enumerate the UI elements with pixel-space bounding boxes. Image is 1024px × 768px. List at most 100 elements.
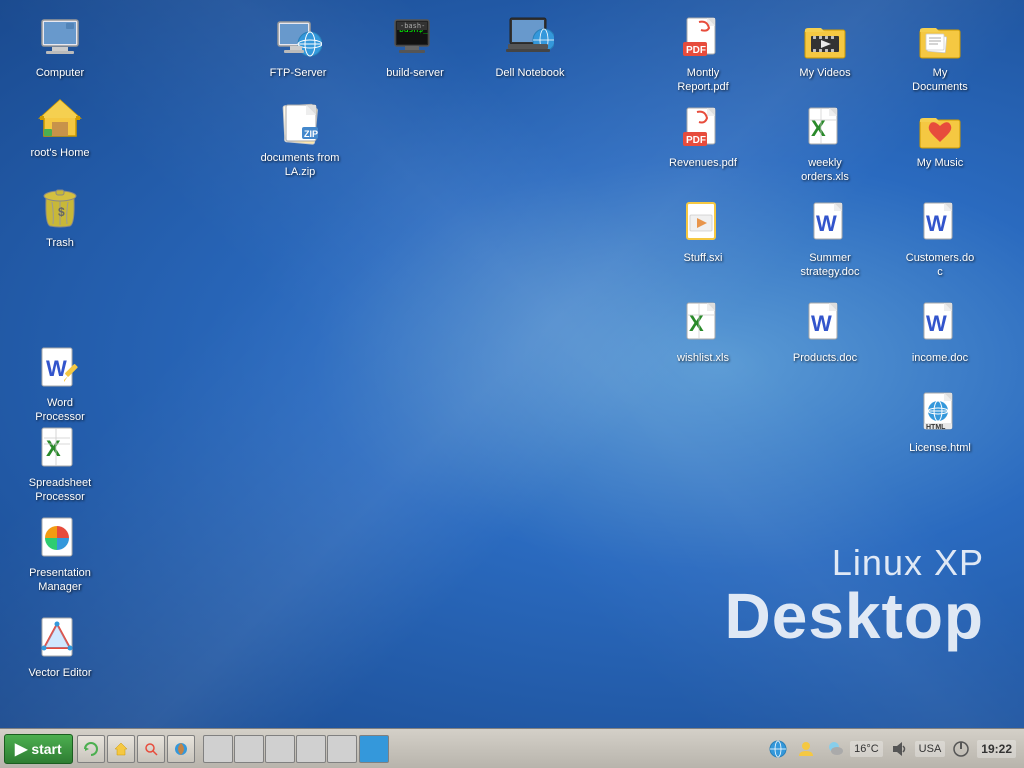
icon-montly-report-pdf[interactable]: PDF Montly Report.pdf [663,10,743,99]
wishlist-xls-icon: X [679,299,727,347]
quicklaunch-search[interactable] [137,735,165,763]
svg-text:W: W [926,211,947,236]
customers-doc-label: Customers.doc [904,251,976,280]
icon-my-music[interactable]: My Music [900,100,980,174]
tray-speaker-icon[interactable] [887,737,911,761]
svg-text:-bash-: -bash- [400,22,425,30]
quick-launch [77,735,758,763]
tray-user-icon[interactable] [794,737,818,761]
income-doc-label: income.doc [912,351,968,365]
desktop: Linux XP Desktop Computer [0,0,1024,728]
icon-weekly-orders-xls[interactable]: X weekly orders.xls [785,100,865,189]
watermark-line1: Linux XP [725,542,985,584]
system-tray: 16°C USA 19:22 [762,737,1020,761]
quicklaunch-refresh[interactable] [77,735,105,763]
taskbar: ▶ start [0,728,1024,768]
summer-strategy-doc-icon: W [806,199,854,247]
desktop-watermark: Linux XP Desktop [725,542,985,648]
svg-text:W: W [46,356,67,381]
start-icon: ▶ [15,739,27,759]
presentation-manager-label: Presentation Manager [24,566,96,595]
taskbar-window-4[interactable] [296,735,326,763]
icon-revenues-pdf[interactable]: PDF Revenues.pdf [663,100,743,174]
computer-icon [36,14,84,62]
icon-build-server[interactable]: bash$_ -bash- build-server [375,10,455,84]
revenues-pdf-label: Revenues.pdf [669,156,737,170]
my-documents-icon [916,14,964,62]
icon-vector-editor[interactable]: Vector Editor [20,610,100,684]
svg-text:$: $ [58,205,65,219]
build-server-label: build-server [386,66,443,80]
spreadsheet-processor-icon: X [36,424,84,472]
icon-my-documents[interactable]: My Documents [900,10,980,99]
zip-icon: ZIP [276,99,324,147]
documents-from-la-label: documents from LA.zip [259,151,341,180]
svg-text:PDF: PDF [686,45,706,56]
icon-ftp-server[interactable]: FTP-Server [258,10,338,84]
quicklaunch-firefox[interactable] [167,735,195,763]
summer-strategy-doc-label: Summer strategy.doc [789,251,871,280]
my-videos-label: My Videos [799,66,850,80]
taskbar-window-1[interactable] [203,735,233,763]
start-button[interactable]: ▶ start [4,734,73,764]
icon-computer[interactable]: Computer [20,10,100,84]
svg-text:PDF: PDF [686,135,706,146]
svg-text:HTML: HTML [926,424,946,431]
my-videos-icon [801,14,849,62]
taskbar-window-3[interactable] [265,735,295,763]
dell-notebook-icon [506,14,554,62]
my-music-label: My Music [917,156,963,170]
watermark-line2: Desktop [725,584,985,648]
quicklaunch-home[interactable] [107,735,135,763]
icon-products-doc[interactable]: W Products.doc [785,295,865,369]
icon-documents-from-la[interactable]: ZIP documents from LA.zip [255,95,345,184]
tray-clock: 19:22 [977,740,1016,758]
wishlist-xls-label: wishlist.xls [677,351,729,365]
icon-license-html[interactable]: HTML License.html [900,385,980,459]
tray-network-icon[interactable] [766,737,790,761]
home-icon [36,94,84,142]
montly-report-pdf-label: Montly Report.pdf [667,66,739,95]
taskbar-window-active[interactable] [359,735,389,763]
icon-roots-home[interactable]: root's Home [20,90,100,164]
word-processor-icon: W [36,344,84,392]
license-html-icon: HTML [916,389,964,437]
stuff-sxi-label: Stuff.sxi [684,251,723,265]
tray-temperature: 16°C [850,741,883,757]
icon-wishlist-xls[interactable]: X wishlist.xls [663,295,743,369]
vector-editor-label: Vector Editor [29,666,92,680]
presentation-manager-icon [36,514,84,562]
icon-stuff-sxi[interactable]: Stuff.sxi [663,195,743,269]
products-doc-label: Products.doc [793,351,857,365]
dell-notebook-label: Dell Notebook [495,66,564,80]
stuff-sxi-icon [679,199,727,247]
icon-summer-strategy-doc[interactable]: W Summer strategy.doc [785,195,875,284]
start-label: start [31,741,61,757]
svg-text:ZIP: ZIP [304,129,318,139]
trash-icon: $ [36,184,84,232]
icon-word-processor[interactable]: W Word Processor [20,340,100,429]
weekly-orders-xls-icon: X [801,104,849,152]
icon-spreadsheet-processor[interactable]: X Spreadsheet Processor [20,420,100,509]
tray-power-icon[interactable] [949,737,973,761]
icon-presentation-manager[interactable]: Presentation Manager [20,510,100,599]
icon-income-doc[interactable]: W income.doc [900,295,980,369]
ftp-server-icon [274,14,322,62]
icon-trash[interactable]: $ Trash [20,180,100,254]
tray-locale: USA [915,741,946,757]
build-server-icon: bash$_ -bash- [391,14,439,62]
tray-weather-icon[interactable] [822,737,846,761]
taskbar-window-5[interactable] [327,735,357,763]
icon-my-videos[interactable]: My Videos [785,10,865,84]
taskbar-window-2[interactable] [234,735,264,763]
ftp-server-label: FTP-Server [270,66,327,80]
spreadsheet-processor-label: Spreadsheet Processor [24,476,96,505]
icon-dell-notebook[interactable]: Dell Notebook [490,10,570,84]
montly-report-pdf-icon: PDF [679,14,727,62]
customers-doc-icon: W [916,199,964,247]
icon-customers-doc[interactable]: W Customers.doc [900,195,980,284]
roots-home-label: root's Home [31,146,90,160]
svg-text:W: W [811,311,832,336]
computer-label: Computer [36,66,84,80]
license-html-label: License.html [909,441,971,455]
